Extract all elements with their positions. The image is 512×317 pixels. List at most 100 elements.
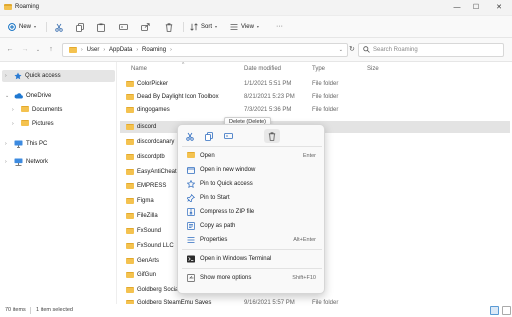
column-header-name[interactable]: Name [131,66,147,72]
new-button[interactable]: New ▾ [8,20,36,34]
rename-action[interactable] [220,129,236,143]
chevron-right-icon: › [136,47,139,53]
delete-button[interactable] [165,20,173,34]
file-date: 8/21/2021 5:23 PM [244,94,295,100]
column-header-date[interactable]: Date modified [244,66,281,72]
copy-path-icon [187,222,195,230]
rename-icon [223,133,233,139]
chevron-down-icon: ▾ [34,24,37,29]
folder-icon [126,243,134,249]
pc-icon [14,140,23,148]
cut-button[interactable] [55,20,63,34]
back-button[interactable]: ← [5,45,15,55]
more-button[interactable]: ··· [276,20,283,34]
view-button[interactable]: View ▾ [230,20,259,34]
list-item[interactable]: ColorPicker 1/1/2021 5:51 PM File folder [120,78,510,90]
sidebar-item-pictures[interactable]: › Pictures [2,118,115,130]
scissors-icon [55,23,63,32]
chevron-right-icon[interactable]: › [12,118,14,130]
list-item[interactable]: Dead By Daylight Icon Toolbox 8/21/2021 5… [120,91,510,103]
chevron-right-icon[interactable]: › [5,70,7,82]
divider [30,307,31,314]
address-bar[interactable]: › User › AppData › Roaming › ⌄ [62,43,348,57]
menu-item-label: Open [200,153,215,159]
title-bar: Roaming — ☐ ✕ [0,0,512,16]
breadcrumb-appdata[interactable]: AppData [109,44,132,56]
file-type: File folder [312,107,339,113]
properties-icon [187,237,195,243]
file-name: GifGun [137,272,157,278]
sidebar-item-onedrive[interactable]: ⌄ OneDrive [2,90,115,102]
copy-action[interactable] [201,129,217,143]
menu-item-pin-to-quick-access[interactable]: Pin to Quick access [182,177,322,191]
maximize-button[interactable]: ☐ [469,2,483,14]
menu-item-open-in-terminal[interactable]: Open in Windows Terminal [182,252,322,266]
breadcrumb-user[interactable]: User [87,44,100,56]
menu-item-copy-as-path[interactable]: Copy as path [182,219,322,233]
new-window-icon [187,167,195,174]
sort-ascending-icon: ^ [182,62,185,68]
chevron-down-icon[interactable]: ⌄ [5,90,9,102]
tiles-view-button[interactable] [502,306,511,315]
folder-icon [126,198,134,204]
chevron-right-icon[interactable]: › [5,156,7,168]
sidebar-item-label: This PC [26,141,48,147]
close-button[interactable]: ✕ [492,2,506,14]
copy-icon [205,131,213,141]
sidebar-item-network[interactable]: › Network [2,156,115,168]
terminal-icon [187,255,195,263]
details-view-button[interactable] [490,306,499,315]
copy-button[interactable] [76,20,84,34]
new-label: New [19,24,32,30]
sidebar-item-this-pc[interactable]: › This PC [2,138,115,150]
folder-icon [126,272,134,278]
folder-icon [21,120,29,126]
cloud-icon [14,93,23,99]
menu-item-label: Properties [200,237,228,243]
chevron-right-icon: › [81,47,83,53]
menu-item-label: Open in Windows Terminal [200,256,272,262]
address-dropdown-icon[interactable]: ⌄ [339,44,343,56]
menu-item-properties[interactable]: Properties Alt+Enter [182,233,322,247]
chevron-right-icon: › [103,47,106,53]
recent-locations-button[interactable]: ⌄ [33,45,43,55]
breadcrumb-roaming[interactable]: Roaming [142,44,166,56]
cut-action[interactable] [182,129,198,143]
menu-item-open[interactable]: Open Enter [182,149,322,163]
menu-item-shortcut: Alt+Enter [293,237,316,243]
delete-action[interactable] [264,129,280,143]
folder-icon [126,287,134,293]
menu-item-show-more-options[interactable]: Show more options Shift+F10 [182,271,322,285]
menu-item-open-in-new-window[interactable]: Open in new window [182,163,322,177]
arrow-right-icon: → [21,46,29,53]
chevron-right-icon[interactable]: › [5,138,7,150]
menu-divider [182,249,322,250]
sidebar-item-label: OneDrive [26,93,52,99]
minimize-button[interactable]: — [450,2,464,14]
paste-button[interactable] [97,20,105,34]
folder-icon [126,213,134,219]
column-headers: Name ^ Date modified Type Size [118,62,512,76]
menu-item-compress-to-zip[interactable]: Compress to ZIP file [182,205,322,219]
refresh-icon[interactable]: ↻ [349,45,355,53]
window-title: Roaming [15,4,40,10]
share-button[interactable] [141,20,150,34]
up-button[interactable]: ↑ [46,45,56,55]
item-count: 70 items [5,307,26,313]
search-input[interactable]: Search Roaming [358,43,504,57]
sidebar-item-quick-access[interactable]: › Quick access [2,70,115,82]
forward-button[interactable]: → [20,45,30,55]
file-name: FxSound LLC [137,243,174,249]
file-name: Dead By Daylight Icon Toolbox [137,94,219,100]
column-header-size[interactable]: Size [367,66,379,72]
search-placeholder: Search Roaming [373,47,418,53]
column-header-type[interactable]: Type [312,66,325,72]
sort-button[interactable]: Sort ▾ [190,20,217,34]
chevron-right-icon[interactable]: › [12,104,14,116]
menu-item-pin-to-start[interactable]: Pin to Start [182,191,322,205]
folder-icon [126,154,134,160]
folder-icon [69,47,77,53]
sidebar-item-documents[interactable]: › Documents [2,104,115,116]
list-item[interactable]: dingogames 7/3/2021 5:36 PM File folder [120,104,510,116]
rename-button[interactable] [119,20,128,34]
